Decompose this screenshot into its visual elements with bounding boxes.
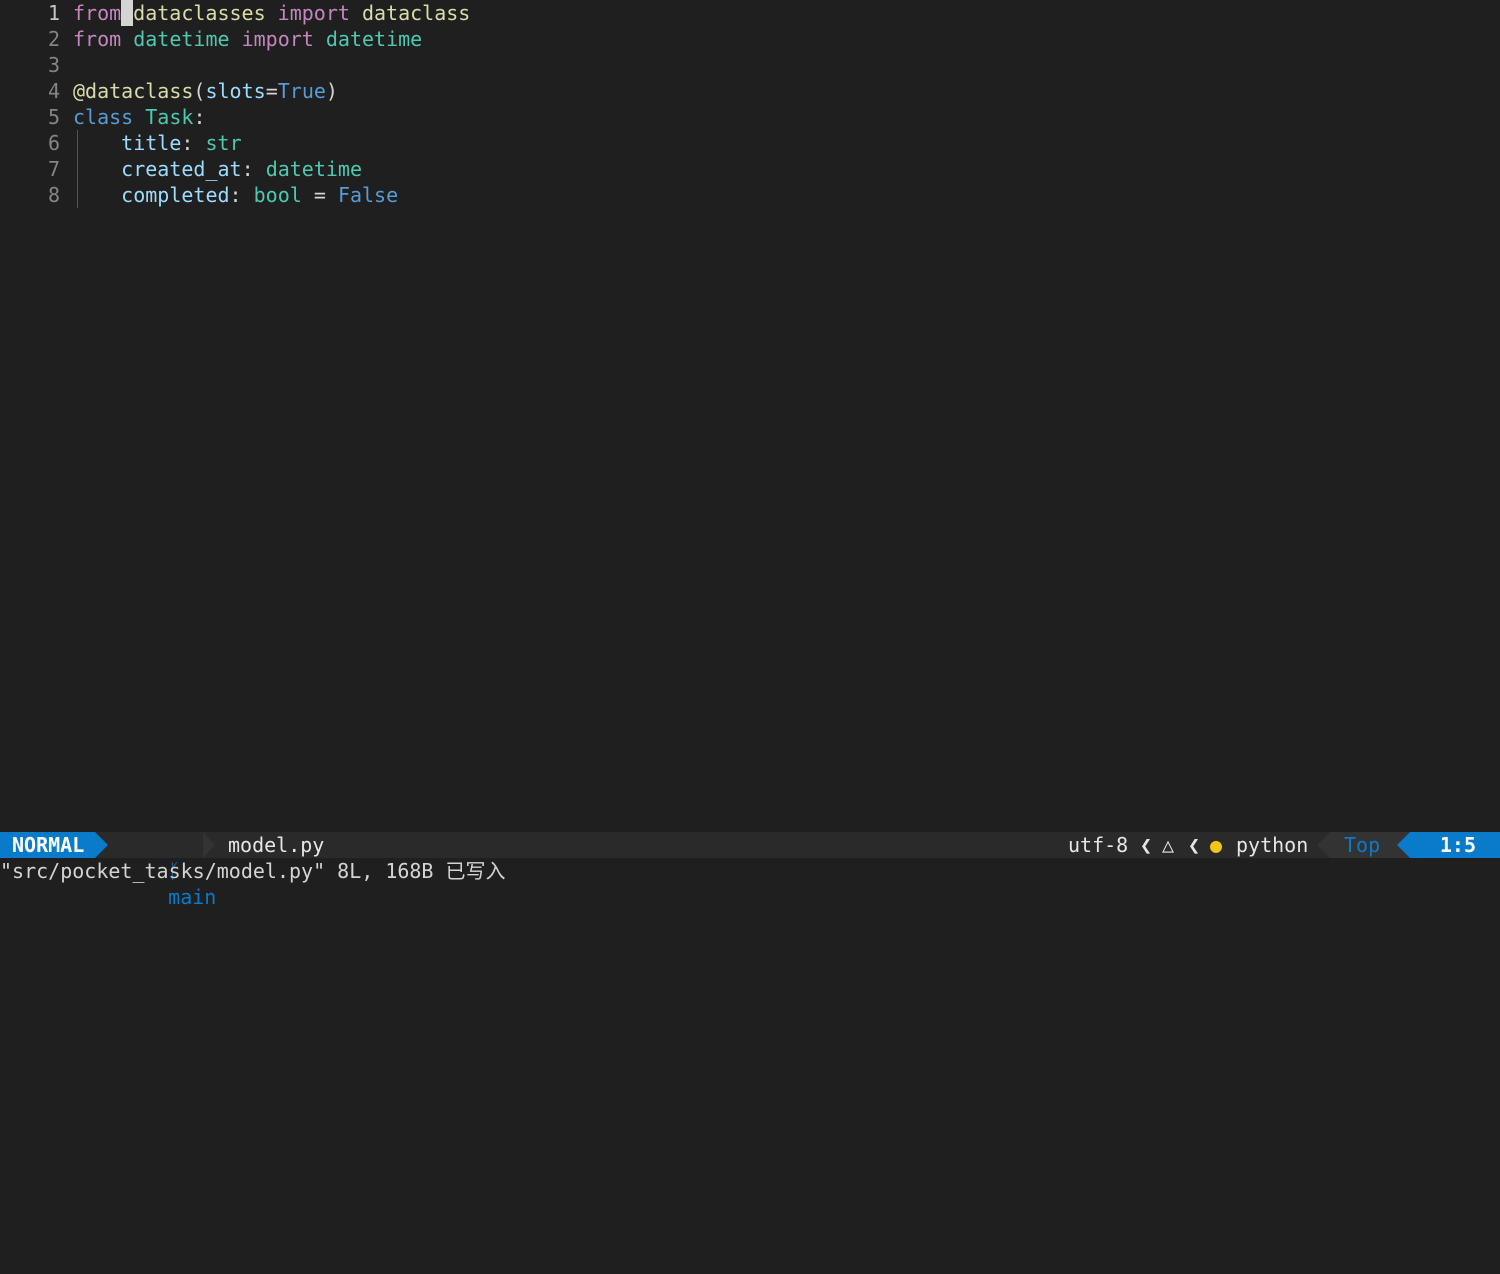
line-number: 4 — [47, 79, 60, 103]
line-number: 7 — [47, 157, 60, 181]
code-token: import — [241, 27, 314, 51]
code-line[interactable]: 1 from dataclasses import dataclass — [0, 0, 1500, 26]
code-token: from — [73, 27, 122, 51]
line-code[interactable]: class Task: — [73, 104, 205, 130]
text-cursor — [121, 0, 134, 26]
line-number: 6 — [47, 131, 60, 155]
code-token: slots — [205, 79, 266, 103]
code-token: str — [205, 131, 242, 155]
file-name: model.py — [228, 833, 325, 857]
code-token: title — [121, 131, 182, 155]
line-code[interactable]: @dataclass(slots=True) — [73, 78, 338, 104]
code-token: True — [277, 79, 326, 103]
code-line[interactable]: 7 created_at: datetime — [0, 156, 1500, 182]
editor-pane[interactable]: 1 from dataclasses import dataclass 2 from … — [0, 0, 1500, 832]
line-number: 2 — [47, 27, 60, 51]
line-code[interactable]: title: str — [73, 130, 242, 156]
code-line[interactable]: 6 title: str — [0, 130, 1500, 156]
branch-separator — [203, 832, 215, 858]
code-token: bool — [253, 183, 302, 207]
code-token: dataclasses — [133, 1, 266, 25]
mode-separator — [95, 832, 108, 858]
linux-icon: △ — [1162, 833, 1175, 857]
code-line[interactable]: 8 completed: bool = False — [0, 182, 1500, 208]
code-token: : — [229, 183, 254, 207]
encoding: utf-8 — [1068, 833, 1129, 857]
position-separator — [1397, 832, 1410, 858]
code-token: datetime — [265, 157, 363, 181]
line-code[interactable]: from dataclasses import dataclass — [73, 0, 470, 26]
code-token: completed — [121, 183, 230, 207]
line-number: 8 — [47, 183, 60, 207]
code-token: @dataclass — [73, 79, 194, 103]
code-line[interactable]: 4 @dataclass(slots=True) — [0, 78, 1500, 104]
line-number: 3 — [47, 53, 60, 77]
code-token: Task — [145, 105, 194, 129]
code-token: = — [301, 183, 338, 207]
code-token: class — [73, 105, 134, 129]
line-code[interactable]: created_at: datetime — [73, 156, 362, 182]
code-token: from — [73, 1, 122, 25]
code-token: dataclass — [361, 1, 471, 25]
code-token: : — [241, 157, 266, 181]
separator-chevron-icon: ❮ — [1140, 833, 1153, 857]
separator-chevron-icon: ❮ — [1188, 833, 1201, 857]
line-number: 1 — [47, 1, 60, 25]
line-number: 5 — [47, 105, 60, 129]
code-line[interactable]: 2 from datetime import datetime — [0, 26, 1500, 52]
code-token: created_at — [121, 157, 242, 181]
branch-name: main — [168, 885, 217, 909]
code-line[interactable]: 3 — [0, 52, 1500, 78]
code-token: : — [181, 131, 206, 155]
code-token: = — [265, 79, 278, 103]
filetype: python — [1236, 833, 1309, 857]
code-token: datetime — [133, 27, 230, 51]
cursor-position: 1:5 — [1410, 832, 1500, 858]
code-token: import — [277, 1, 350, 25]
code-token: ( — [193, 79, 206, 103]
status-line: NORMAL ᚴ main model.py utf-8 ❮ △ ❮ ● pyt… — [0, 832, 1500, 909]
code-token: : — [193, 105, 206, 129]
git-branch: ᚴ main — [120, 832, 216, 909]
code-line[interactable]: 5 class Task: — [0, 104, 1500, 130]
command-line-message: "src/pocket_tasks/model.py" 8L, 168B 已写入 — [0, 859, 506, 883]
line-code[interactable]: from datetime import datetime — [73, 26, 422, 52]
scroll-separator — [1317, 832, 1330, 858]
python-icon: ● — [1210, 833, 1223, 857]
mode-indicator: NORMAL — [0, 832, 95, 858]
code-token: ) — [325, 79, 338, 103]
code-token: False — [337, 183, 399, 207]
code-token: datetime — [325, 27, 423, 51]
line-code[interactable]: completed: bool = False — [73, 182, 398, 208]
